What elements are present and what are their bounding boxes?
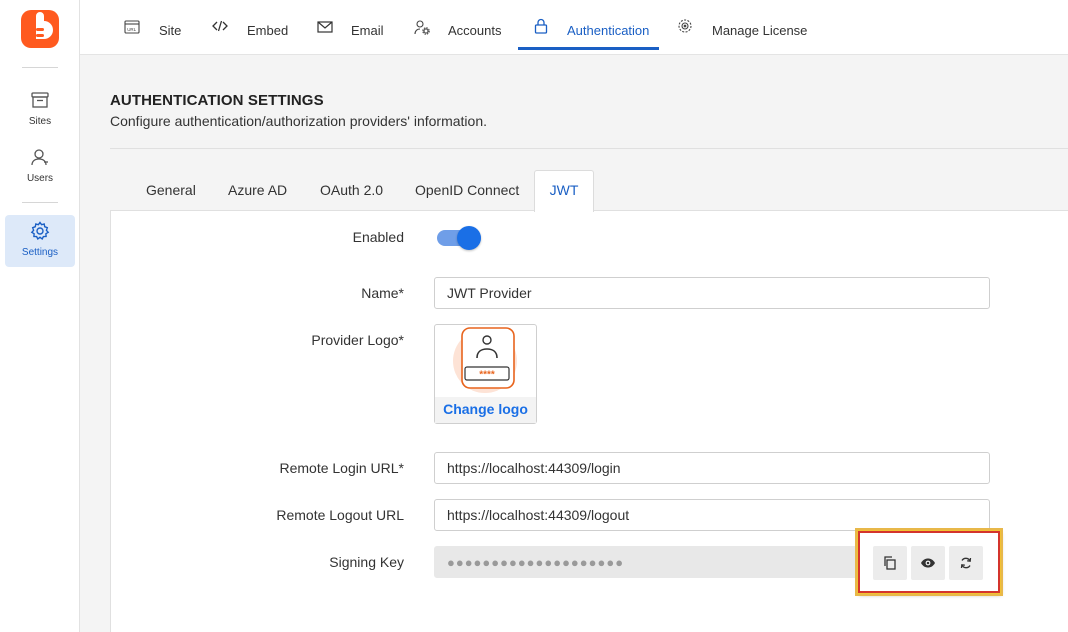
tab-jwt-label: JWT [549,182,579,198]
eye-icon [921,558,935,568]
tab-embed[interactable]: Embed [212,0,292,52]
rail-label-users: Users [26,173,54,184]
tab-authentication[interactable]: Authentication [518,0,659,52]
rail-label-sites: Sites [28,116,52,127]
change-logo-button[interactable]: Change logo [435,397,536,423]
tab-accounts[interactable]: Accounts [414,0,504,52]
left-rail: Sites Users Settings [0,0,80,632]
archive-icon [31,92,49,108]
regenerate-key-button[interactable] [949,546,983,580]
signing-key-actions [857,530,1001,594]
page-title: AUTHENTICATION SETTINGS [110,92,324,109]
svg-text:URL: URL [127,27,136,32]
tab-general[interactable]: General [146,182,196,198]
tab-openid-connect[interactable]: OpenID Connect [415,182,519,198]
tab-email[interactable]: Email [317,0,387,52]
url-icon: URL [124,20,140,34]
active-tab-indicator [518,47,659,50]
tab-label: Email [351,23,384,38]
enabled-label: Enabled [352,229,404,245]
license-gear-icon [678,19,692,33]
logo-password-text: **** [479,370,495,381]
tab-jwt[interactable]: JWT [534,170,594,212]
provider-logo-image: **** [453,327,517,393]
tab-label: Manage License [712,23,808,38]
rail-divider [22,67,58,68]
tab-label: Site [159,23,182,38]
remote-logout-url-label: Remote Logout URL [276,507,404,523]
enabled-toggle[interactable] [437,226,481,250]
lock-icon [534,18,548,34]
copy-icon [884,556,896,570]
user-icon [31,149,48,166]
remote-login-url-label: Remote Login URL* [279,460,404,476]
tab-label: Authentication [567,23,650,38]
tab-site[interactable]: URL Site [124,0,190,52]
tab-azure-ad[interactable]: Azure AD [228,182,287,198]
tab-label: Embed [247,23,289,38]
header-divider [110,148,1068,149]
page-subtitle: Configure authentication/authorization p… [110,113,488,129]
tab-label: Accounts [448,23,502,38]
app-logo[interactable] [21,10,59,48]
rail-label-settings: Settings [21,247,59,258]
rail-divider [22,202,58,203]
name-input[interactable] [434,277,990,309]
show-key-button[interactable] [911,546,945,580]
provider-logo-card: **** Change logo [434,324,537,424]
toggle-knob [457,226,481,250]
copy-key-button[interactable] [873,546,907,580]
refresh-icon [960,557,972,569]
rail-item-sites[interactable]: Sites [5,84,75,136]
remote-logout-url-input[interactable] [434,499,990,531]
gear-icon [30,221,50,240]
user-gear-icon [414,20,430,35]
provider-logo-label: Provider Logo* [311,332,404,348]
tab-oauth2[interactable]: OAuth 2.0 [320,182,383,198]
remote-login-url-input[interactable] [434,452,990,484]
tab-manage-license[interactable]: Manage License [677,0,807,52]
rail-item-users[interactable]: Users [5,141,75,193]
code-icon [212,20,228,32]
signing-key-label: Signing Key [329,554,404,570]
top-nav: URL Site Embed Email Accounts Authentica… [80,0,1068,55]
name-label: Name* [361,285,404,301]
rail-item-settings[interactable]: Settings [5,215,75,267]
envelope-icon [317,21,333,33]
